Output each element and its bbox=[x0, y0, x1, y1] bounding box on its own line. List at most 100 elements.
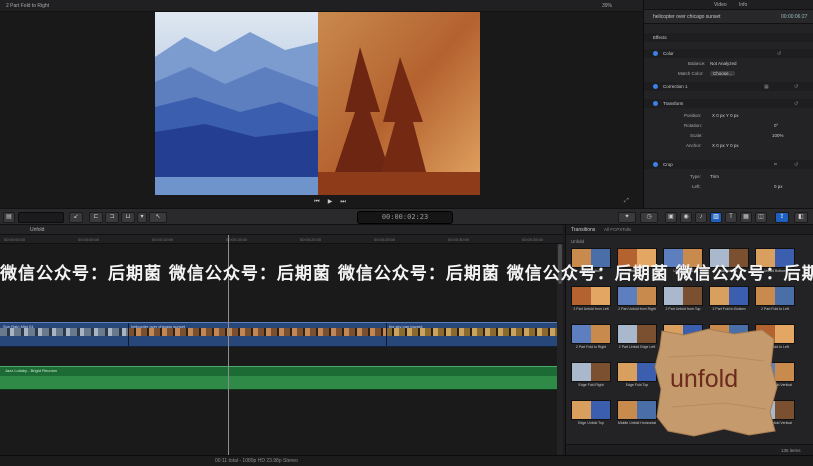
viewer-header: 2 Part Fold to Right 39% bbox=[0, 0, 643, 12]
correction-section[interactable]: Correction 1 ▦ ↺ bbox=[644, 82, 813, 91]
video-clip-1[interactable] bbox=[0, 328, 128, 336]
inspector-tabs: Video Info bbox=[644, 0, 813, 10]
transition-thumbnail[interactable]: Middle Unfold Horizontal bbox=[617, 400, 657, 433]
inspector: Video Info helicopter over chicago sunse… bbox=[643, 0, 813, 208]
reset-icon[interactable]: ↺ bbox=[794, 84, 798, 90]
transition-label: 2 Part Unfold Edge Left bbox=[618, 345, 656, 349]
previous-icon[interactable]: ⏮ bbox=[314, 198, 319, 206]
edit-point[interactable] bbox=[386, 323, 387, 346]
transition-label: Edge Fold Right bbox=[578, 383, 604, 387]
edit-menu-icon[interactable]: ▾ bbox=[137, 212, 147, 223]
transition-preview bbox=[617, 362, 657, 382]
clip-name: helicopter over chicago sunset bbox=[653, 14, 721, 20]
event-field[interactable] bbox=[18, 212, 64, 223]
next-icon[interactable]: ⏭ bbox=[340, 198, 345, 206]
transform-section[interactable]: Transform ↺ bbox=[644, 99, 813, 108]
generators-icon[interactable]: ▦ bbox=[740, 212, 752, 223]
reset-icon[interactable]: ↺ bbox=[794, 101, 798, 107]
tab-info[interactable]: Info bbox=[739, 2, 747, 8]
transitions-icon[interactable]: ▥ bbox=[710, 212, 722, 223]
video-clip-3[interactable] bbox=[386, 328, 557, 336]
share-icon[interactable]: ⇪ bbox=[775, 212, 789, 223]
browser-section: Unfold bbox=[571, 239, 585, 244]
transition-thumbnail[interactable]: Edge Unfold Top bbox=[571, 400, 611, 433]
transition-thumbnail[interactable]: 2 Part Unfold Edge Left bbox=[617, 324, 657, 357]
music-icon[interactable]: ♪ bbox=[695, 212, 707, 223]
choose-button[interactable]: Choose... bbox=[710, 71, 736, 76]
status-bar: 00:11 total - 1080p HD 23.98p Stereo bbox=[0, 455, 813, 466]
transition-label: Middle Unfold Horizontal bbox=[617, 421, 657, 425]
transition-label: 2 Part Fold to Right bbox=[575, 345, 607, 349]
crop-left-row: Left: 0 px bbox=[692, 184, 783, 189]
enable-toggle[interactable] bbox=[653, 101, 658, 106]
import-icon[interactable]: ↙ bbox=[69, 212, 83, 223]
color-section[interactable]: Color ↺ bbox=[644, 49, 813, 58]
retime-icon[interactable]: ◷ bbox=[640, 212, 658, 223]
timecode-display[interactable]: 00:00:02:23 bbox=[357, 211, 453, 224]
transition-preview bbox=[755, 286, 795, 306]
toolbar: ▤ ↙ ⊏ ⊐ ⊔ ▾ ↖ 00:00:02:23 ✦ ◷ ▣ ◉ ♪ ▥ T … bbox=[0, 208, 813, 225]
enable-toggle[interactable] bbox=[653, 84, 658, 89]
transition-thumbnail[interactable]: Edge Fold Top bbox=[617, 362, 657, 395]
rotation-row: Rotation: 0° bbox=[684, 123, 779, 128]
audio-clip[interactable]: Jazz Lullaby - Bright Reunion bbox=[0, 366, 557, 390]
crop-section[interactable]: Crop ⌗ ↺ bbox=[644, 160, 813, 169]
camera-icon[interactable]: ◉ bbox=[680, 212, 692, 223]
zoom-menu[interactable]: 39% bbox=[602, 3, 612, 9]
inspector-clip-header: helicopter over chicago sunset 00:00:06:… bbox=[644, 10, 813, 24]
tab-video[interactable]: Video bbox=[714, 2, 727, 8]
enable-toggle[interactable] bbox=[653, 51, 658, 56]
audio-waveform bbox=[0, 376, 557, 389]
edit-point[interactable] bbox=[128, 323, 129, 346]
transition-thumbnail[interactable]: 2 Part Fold to Bottom bbox=[709, 286, 749, 319]
themes-icon[interactable]: ◫ bbox=[755, 212, 767, 223]
enable-toggle[interactable] bbox=[653, 162, 658, 167]
watermark: 微信公众号：后期菌 微信公众号：后期菌 微信公众号：后期菌 微信公众号：后期菌 … bbox=[0, 264, 813, 281]
browser-title: Transitions bbox=[571, 227, 596, 233]
project-name[interactable]: Unfold bbox=[30, 227, 44, 233]
browser-header: Transitions All FCPXTolls bbox=[566, 225, 813, 235]
transition-label: 2 Part Unfold from Left bbox=[573, 307, 609, 311]
inspector-toggle-icon[interactable]: ◧ bbox=[794, 212, 808, 223]
select-tool-icon[interactable]: ↖ bbox=[149, 212, 167, 223]
timeline-ruler[interactable]: 00:00:00:00 00:00:05:00 00:00:10:00 00:0… bbox=[0, 235, 563, 244]
sticker-label: unfold bbox=[670, 365, 739, 393]
video-clip-2[interactable] bbox=[128, 328, 386, 336]
position-row: Position: X 0 px Y 0 px bbox=[684, 113, 739, 118]
transition-thumbnail[interactable]: 2 Part Fold to Right bbox=[571, 324, 611, 357]
transition-label: 2 Part Unfold from Right bbox=[618, 307, 656, 311]
effects-section[interactable]: Effects bbox=[644, 33, 813, 42]
unfold-sticker: unfold bbox=[654, 327, 778, 437]
crop-icon[interactable]: ⌗ bbox=[774, 162, 777, 168]
transition-thumbnail[interactable]: 2 Part Unfold from Top bbox=[663, 286, 703, 319]
browser-category[interactable]: All FCPXTolls bbox=[604, 227, 631, 232]
transition-preview bbox=[617, 286, 657, 306]
fullscreen-icon[interactable]: ⤢ bbox=[624, 198, 629, 205]
playback-controls: ⏮ ▶ ⏭ bbox=[300, 198, 360, 206]
reset-icon[interactable]: ↺ bbox=[777, 51, 781, 57]
transition-preview bbox=[617, 324, 657, 344]
titles-icon[interactable]: T bbox=[725, 212, 737, 223]
enhance-icon[interactable]: ✦ bbox=[618, 212, 636, 223]
library-icon[interactable]: ▤ bbox=[3, 212, 15, 223]
anchor-row: Anchor: X 0 px Y 0 px bbox=[686, 143, 739, 148]
viewer: ⏮ ▶ ⏭ ⤢ bbox=[0, 12, 643, 208]
transition-thumbnail[interactable]: 2 Part Unfold from Right bbox=[617, 286, 657, 319]
append-icon[interactable]: ⊔ bbox=[121, 212, 135, 223]
transition-thumbnail[interactable]: 2 Part Unfold from Left bbox=[571, 286, 611, 319]
insert-icon[interactable]: ⊐ bbox=[105, 212, 119, 223]
transition-preview bbox=[571, 362, 611, 382]
transition-label: 2 Part Fold to Bottom bbox=[712, 307, 746, 311]
photo-icon[interactable]: ▣ bbox=[665, 212, 677, 223]
play-icon[interactable]: ▶ bbox=[328, 198, 333, 206]
transition-label: 2 Part Fold to Left bbox=[761, 307, 789, 311]
color-board-icon[interactable]: ▦ bbox=[764, 84, 769, 90]
transition-thumbnail[interactable]: 2 Part Fold to Left bbox=[755, 286, 795, 319]
viewer-frame bbox=[155, 12, 480, 195]
transition-preview bbox=[709, 286, 749, 306]
transition-thumbnail[interactable]: Edge Fold Right bbox=[571, 362, 611, 395]
connect-icon[interactable]: ⊏ bbox=[89, 212, 103, 223]
reset-icon[interactable]: ↺ bbox=[794, 162, 798, 168]
transition-preview bbox=[663, 286, 703, 306]
audio-title: Jazz Lullaby - Bright Reunion bbox=[5, 368, 58, 373]
